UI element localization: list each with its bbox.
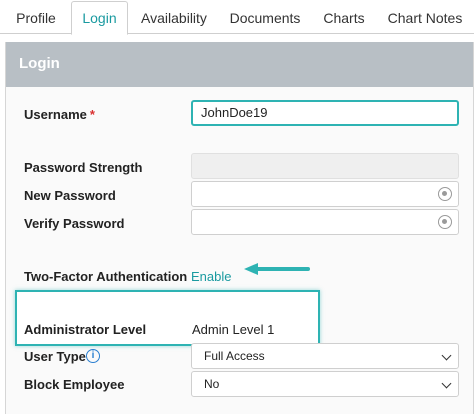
block-employee-label: Block Employee <box>24 377 125 392</box>
verify-password-label: Verify Password <box>24 216 125 231</box>
info-icon[interactable]: i <box>86 349 100 363</box>
block-employee-select[interactable]: No <box>191 371 459 397</box>
new-password-label: New Password <box>24 188 116 203</box>
login-panel: Login Username * JohnDoe19 Password Stren… <box>5 42 474 414</box>
tab-documents[interactable]: Documents <box>225 0 305 34</box>
two-factor-highlight <box>15 290 320 346</box>
two-factor-enable-link[interactable]: Enable <box>191 269 231 284</box>
administrator-level-value: Admin Level 1 <box>192 322 275 337</box>
two-factor-label: Two-Factor Authentication <box>24 269 188 284</box>
chevron-down-icon <box>441 378 452 389</box>
tab-bar: Profile Login Availability Documents Cha… <box>0 0 474 35</box>
user-type-label: User Type <box>24 349 86 364</box>
user-type-selected: Full Access <box>204 349 265 363</box>
panel-title: Login <box>19 55 60 72</box>
tab-availability[interactable]: Availability <box>133 0 215 34</box>
user-type-select[interactable]: Full Access <box>191 343 459 369</box>
verify-password-input[interactable] <box>191 209 459 235</box>
tab-profile[interactable]: Profile <box>6 0 66 34</box>
eye-icon[interactable] <box>438 215 452 229</box>
password-strength-meter <box>191 153 459 179</box>
pointer-arrow-icon <box>244 263 310 275</box>
tab-chart-notes[interactable]: Chart Notes <box>382 0 468 34</box>
tab-login[interactable]: Login <box>71 1 128 35</box>
administrator-level-label: Administrator Level <box>24 322 147 337</box>
username-input[interactable]: JohnDoe19 <box>191 100 459 126</box>
eye-icon[interactable] <box>438 187 452 201</box>
new-password-input[interactable] <box>191 181 459 207</box>
username-label: Username * <box>24 107 95 122</box>
chevron-down-icon <box>441 350 452 361</box>
required-marker: * <box>89 107 95 122</box>
panel-header: Login <box>6 42 473 87</box>
block-employee-selected: No <box>204 377 220 391</box>
panel-body: Username * JohnDoe19 Password Strength Ne… <box>6 87 473 414</box>
password-strength-label: Password Strength <box>24 160 143 175</box>
tab-charts[interactable]: Charts <box>316 0 372 34</box>
